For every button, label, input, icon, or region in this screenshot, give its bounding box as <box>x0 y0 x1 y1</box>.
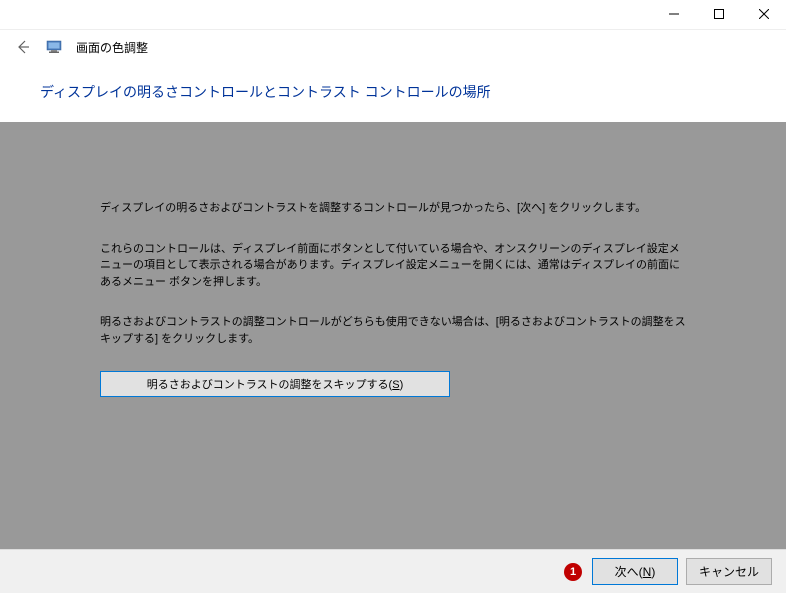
maximize-icon <box>714 9 724 19</box>
footer: 1 次へ(N) キャンセル <box>0 549 786 593</box>
next-button-accelerator: N <box>643 565 652 579</box>
close-icon <box>759 9 769 19</box>
maximize-button[interactable] <box>696 0 741 28</box>
app-icon <box>46 39 62 55</box>
monitor-icon <box>46 39 62 55</box>
page-heading: ディスプレイの明るさコントロールとコントラスト コントロールの場所 <box>0 68 786 122</box>
header: 画面の色調整 <box>0 30 786 68</box>
header-title: 画面の色調整 <box>76 39 148 56</box>
content-paragraph-2: これらのコントロールは、ディスプレイ前面にボタンとして付いている場合や、オンスク… <box>100 241 686 291</box>
content-paragraph-1: ディスプレイの明るさおよびコントラストを調整するコントロールが見つかったら、[次… <box>100 200 686 217</box>
window-controls <box>651 0 786 29</box>
content-area: ディスプレイの明るさおよびコントラストを調整するコントロールが見つかったら、[次… <box>0 122 786 550</box>
cancel-button[interactable]: キャンセル <box>686 558 772 585</box>
back-button[interactable] <box>14 38 32 56</box>
skip-button-accelerator: S <box>392 379 399 391</box>
close-button[interactable] <box>741 0 786 28</box>
titlebar <box>0 0 786 30</box>
next-button-label: 次へ <box>615 565 639 579</box>
step-badge: 1 <box>564 563 582 581</box>
back-arrow-icon <box>15 39 31 55</box>
skip-button-label: 明るさおよびコントラストの調整をスキップする <box>147 379 389 391</box>
minimize-button[interactable] <box>651 0 696 28</box>
skip-brightness-contrast-button[interactable]: 明るさおよびコントラストの調整をスキップする(S) <box>100 371 450 397</box>
minimize-icon <box>669 9 679 19</box>
next-button[interactable]: 次へ(N) <box>592 558 678 585</box>
content-paragraph-3: 明るさおよびコントラストの調整コントロールがどちらも使用できない場合は、[明るさ… <box>100 314 686 347</box>
